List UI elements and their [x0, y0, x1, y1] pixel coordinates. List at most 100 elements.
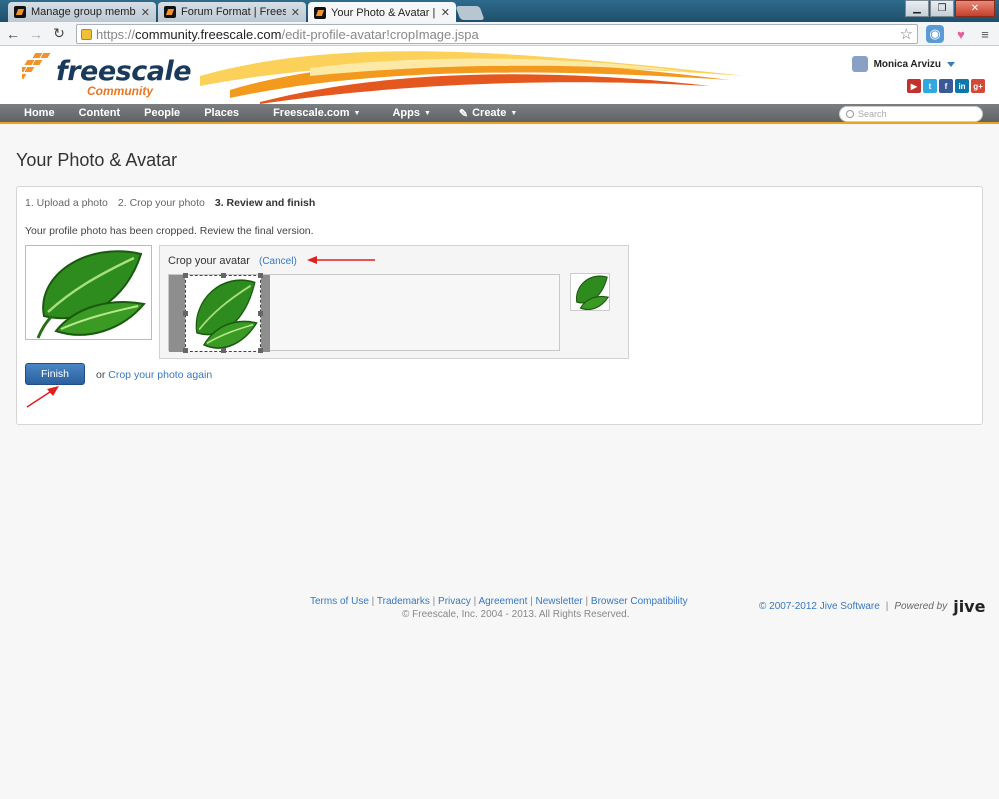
crop-area — [168, 273, 560, 353]
freescale-favicon-icon — [164, 6, 176, 18]
resize-handle[interactable] — [183, 348, 188, 353]
chevron-down-icon: ▼ — [510, 109, 518, 117]
crop-again-link[interactable]: Crop your photo again — [108, 369, 212, 381]
nav-item-places[interactable]: Places — [192, 103, 251, 123]
search-input[interactable]: Search — [839, 106, 983, 122]
cancel-link[interactable]: (Cancel) — [259, 256, 297, 267]
powered-by-text: Powered by — [894, 601, 948, 612]
jive-copyright-link[interactable]: © 2007-2012 Jive Software — [759, 601, 880, 612]
reload-icon[interactable]: ↻ — [49, 24, 69, 44]
logo-subtitle: Community — [87, 84, 153, 98]
freescale-favicon-icon — [14, 6, 26, 18]
window-close-icon[interactable]: ✕ — [955, 0, 995, 17]
nav-item-content[interactable]: Content — [67, 103, 133, 123]
page-title: Your Photo & Avatar — [16, 150, 178, 170]
finish-button[interactable]: Finish — [25, 363, 85, 385]
nav-item-label: Home — [24, 107, 55, 119]
resize-handle[interactable] — [221, 348, 226, 353]
crop-again-text: or Crop your photo again — [96, 369, 212, 381]
step-crop: 2. Crop your photo — [117, 197, 205, 209]
nav-item-create[interactable]: ✎ Create ▼ — [447, 103, 529, 123]
nav-item-apps[interactable]: Apps ▼ — [380, 103, 442, 123]
avatar — [851, 56, 868, 72]
separator: | — [885, 601, 889, 612]
social-links: ▶ t f in g+ — [907, 79, 985, 93]
maximize-icon[interactable]: ❐ — [930, 0, 954, 17]
nav-item-people[interactable]: People — [132, 103, 192, 123]
nav-item-home[interactable]: Home — [0, 103, 67, 123]
nav-item-label: People — [144, 107, 181, 119]
header-swoosh-graphic — [200, 51, 745, 104]
footer-link-agreement[interactable]: Agreement — [478, 596, 527, 607]
chevron-down-icon: ▼ — [423, 109, 431, 117]
linkedin-icon[interactable]: in — [955, 79, 969, 93]
new-tab-button[interactable] — [455, 6, 485, 20]
step-indicator: 1. Upload a photo 2. Crop your photo 3. … — [25, 197, 315, 209]
resize-handle[interactable] — [258, 311, 263, 316]
back-arrow-icon[interactable]: ← — [3, 24, 23, 44]
nav-item-label: Places — [204, 107, 240, 119]
leaf-image-icon — [36, 250, 146, 339]
nav-item-label: Create — [472, 107, 507, 119]
footer-link-newsletter[interactable]: Newsletter — [536, 596, 583, 607]
nav-item-freescale[interactable]: Freescale.com ▼ — [261, 103, 372, 123]
menu-wrench-icon[interactable]: ≡ — [976, 25, 994, 43]
twitter-icon[interactable]: t — [923, 79, 937, 93]
resize-handle[interactable] — [258, 348, 263, 353]
close-icon[interactable]: ✕ — [441, 6, 450, 19]
tab-title: Manage group members | — [31, 6, 136, 18]
bookmark-star-icon[interactable]: ☆ — [900, 25, 913, 43]
jive-logo[interactable]: jive — [953, 597, 985, 616]
close-icon[interactable]: ✕ — [291, 6, 300, 19]
resize-handle[interactable] — [258, 273, 263, 278]
annotation-arrow-icon — [307, 256, 375, 264]
url-path: /edit-profile-avatar!cropImage.jspa — [281, 26, 479, 42]
resize-handle[interactable] — [183, 311, 188, 316]
browser-tab-active[interactable]: Your Photo & Avatar | Fre ✕ — [308, 2, 456, 23]
chevron-down-icon: ▼ — [353, 109, 361, 117]
footer-links: Terms of Use | Trademarks | Privacy | Ag… — [310, 596, 688, 607]
minimize-icon[interactable]: ▁ — [905, 0, 929, 17]
chevron-down-icon — [947, 61, 955, 67]
facebook-icon[interactable]: f — [939, 79, 953, 93]
original-photo — [25, 245, 152, 340]
crop-selection-handle[interactable] — [185, 275, 261, 352]
freescale-logo-icon[interactable] — [22, 52, 56, 82]
crop-avatar-label: Crop your avatar — [168, 255, 250, 267]
user-name: Monica Arvizu — [873, 58, 941, 70]
resize-handle[interactable] — [221, 273, 226, 278]
footer-link-trademarks[interactable]: Trademarks — [377, 596, 430, 607]
footer-link-terms[interactable]: Terms of Use — [310, 596, 369, 607]
site-header: freescale Community Monica Arvizu ▶ t f … — [0, 46, 999, 104]
tab-title: Your Photo & Avatar | Fre — [331, 6, 436, 19]
youtube-icon[interactable]: ▶ — [907, 79, 921, 93]
url-protocol: https:// — [96, 26, 136, 42]
nav-item-label: Freescale.com — [273, 107, 350, 119]
google-plus-icon[interactable]: g+ — [971, 79, 985, 93]
nav-item-label: Apps — [392, 107, 420, 119]
url-host: community.freescale.com — [135, 26, 282, 42]
heart-extension-icon[interactable]: ♥ — [952, 25, 970, 43]
footer-link-browser[interactable]: Browser Compatibility — [591, 596, 688, 607]
extension-icon[interactable]: ◉ — [926, 25, 944, 43]
search-placeholder: Search — [858, 109, 887, 119]
avatar-preview — [570, 273, 610, 311]
footer-copyright: © Freescale, Inc. 2004 - 2013. All Right… — [402, 609, 630, 620]
lock-icon — [81, 28, 92, 40]
step-upload: 1. Upload a photo — [25, 197, 108, 209]
footer-link-privacy[interactable]: Privacy — [438, 596, 471, 607]
browser-tab[interactable]: Manage group members | ✕ — [8, 2, 156, 22]
main-nav: Home Content People Places Freescale.com… — [0, 104, 999, 124]
address-bar[interactable]: https://community.freescale.com/edit-pro… — [76, 24, 918, 44]
crop-source-image — [169, 273, 270, 353]
forward-arrow-icon[interactable]: → — [26, 24, 46, 44]
resize-handle[interactable] — [183, 273, 188, 278]
browser-tab-strip: Manage group members | ✕ Forum Format | … — [0, 0, 999, 23]
leaf-image-icon — [195, 279, 258, 349]
user-menu[interactable]: Monica Arvizu — [851, 56, 955, 72]
annotation-arrow-icon — [26, 386, 59, 408]
close-icon[interactable]: ✕ — [141, 6, 150, 19]
logo-text[interactable]: freescale — [56, 56, 192, 87]
or-text: or — [96, 369, 106, 381]
browser-tab[interactable]: Forum Format | Freescale ✕ — [158, 2, 306, 22]
